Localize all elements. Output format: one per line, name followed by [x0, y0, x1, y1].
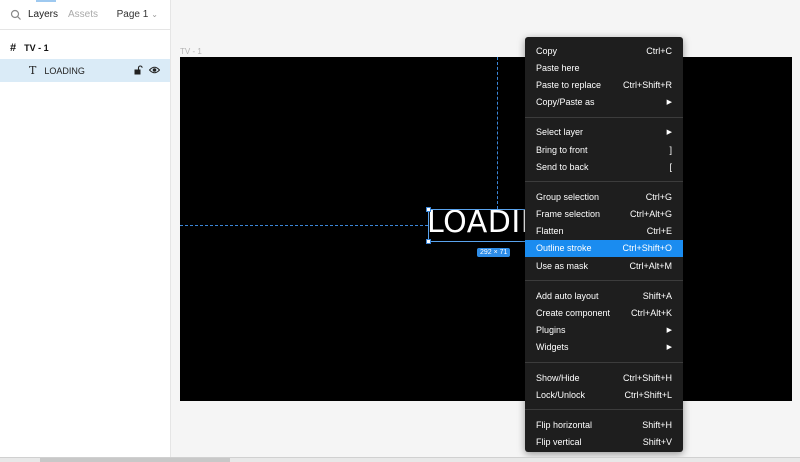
menu-item-label: Select layer	[536, 127, 584, 138]
menu-item-shortcut: Ctrl+Shift+H	[622, 372, 672, 383]
menu-item-label: Bring to front	[536, 144, 588, 155]
menu-item-shortcut: Shift+H	[642, 419, 672, 430]
menu-item-shortcut: [	[669, 161, 672, 172]
layers-panel: Layers Assets Page 1 ⌄ # TV - 1 T LOADIN…	[0, 0, 171, 462]
layer-row-icons	[133, 65, 160, 75]
unlock-icon[interactable]	[133, 65, 143, 75]
menu-item-frame-selection[interactable]: Frame selection Ctrl+Alt+G	[525, 206, 683, 223]
resize-handle-bottom-left[interactable]	[426, 239, 431, 244]
page-select[interactable]: Page 1 ⌄	[117, 9, 158, 20]
menu-item-shortcut: Ctrl+C	[646, 45, 672, 56]
context-menu: Copy Ctrl+C Paste here Paste to replace Ctrl…	[525, 37, 683, 452]
menu-item-shortcut: Ctrl+Alt+G	[629, 209, 672, 220]
tab-assets[interactable]: Assets	[68, 9, 98, 20]
menu-item-send-to-back[interactable]: Send to back [	[525, 158, 683, 175]
menu-item-label: Show/Hide	[536, 372, 580, 383]
menu-item-shortcut: Ctrl+G	[645, 191, 672, 202]
menu-item-use-as-mask[interactable]: Use as mask Ctrl+Alt+M	[525, 257, 683, 274]
menu-item-shortcut: Ctrl+Shift+O	[622, 243, 672, 254]
menu-item-shortcut: Ctrl+E	[646, 226, 672, 237]
menu-item-shortcut: Ctrl+Alt+K	[630, 308, 672, 319]
canvas-frame[interactable]: LOADING 292 × 71	[180, 57, 792, 401]
chevron-down-icon: ⌄	[151, 10, 158, 19]
tab-indicator	[36, 0, 56, 2]
menu-item-copy[interactable]: Copy Ctrl+C	[525, 42, 683, 59]
menu-item-label: Lock/Unlock	[536, 389, 586, 400]
menu-item-outline-stroke[interactable]: Outline stroke Ctrl+Shift+O	[525, 239, 683, 258]
search-icon[interactable]	[10, 9, 22, 21]
submenu-arrow-icon: ▶	[666, 99, 672, 107]
alignment-guide-horizontal	[180, 225, 428, 226]
menu-item-flip-horizontal[interactable]: Flip horizontal Shift+H	[525, 416, 683, 433]
menu-separator	[525, 409, 683, 411]
menu-item-label: Flip vertical	[536, 437, 582, 448]
size-badge: 292 × 71	[477, 248, 511, 257]
layer-row-frame[interactable]: # TV - 1	[0, 36, 170, 59]
resize-handle-top-left[interactable]	[426, 207, 431, 212]
text-icon: T	[29, 64, 37, 77]
menu-item-label: Use as mask	[536, 260, 589, 271]
menu-item-shortcut: Ctrl+Alt+M	[629, 260, 672, 271]
menu-item-label: Group selection	[536, 191, 600, 202]
menu-item-label: Plugins	[536, 325, 566, 336]
menu-item-label: Frame selection	[536, 209, 601, 220]
menu-item-flip-vertical[interactable]: Flip vertical Shift+V	[525, 434, 683, 451]
menu-item-lock-unlock[interactable]: Lock/Unlock Ctrl+Shift+L	[525, 386, 683, 403]
menu-item-flatten[interactable]: Flatten Ctrl+E	[525, 223, 683, 240]
panel-tabs: Layers Assets Page 1 ⌄	[0, 0, 170, 30]
layer-label: TV - 1	[24, 42, 49, 53]
horizontal-scrollbar[interactable]	[0, 457, 800, 462]
menu-item-shortcut: Ctrl+Shift+R	[622, 79, 672, 90]
menu-item-label: Send to back	[536, 161, 589, 172]
page-select-label: Page 1	[116, 9, 149, 20]
menu-item-label: Create component	[536, 308, 611, 319]
submenu-arrow-icon: ▶	[666, 129, 672, 137]
menu-item-group-selection[interactable]: Group selection Ctrl+G	[525, 188, 683, 205]
submenu-arrow-icon: ▶	[666, 327, 672, 335]
layer-label: LOADING	[44, 65, 85, 76]
menu-item-label: Outline stroke	[536, 243, 592, 254]
menu-item-copy-paste-as[interactable]: Copy/Paste as ▶	[525, 94, 683, 111]
menu-separator	[525, 181, 683, 183]
submenu-arrow-icon: ▶	[666, 344, 672, 352]
menu-item-label: Add auto layout	[536, 290, 599, 301]
menu-item-label: Paste to replace	[536, 79, 602, 90]
tab-layers[interactable]: Layers	[28, 9, 58, 20]
menu-item-label: Flatten	[536, 226, 564, 237]
menu-item-paste-here[interactable]: Paste here	[525, 59, 683, 76]
menu-item-bring-to-front[interactable]: Bring to front]	[525, 141, 683, 158]
layer-row-text[interactable]: T LOADING	[0, 59, 170, 82]
menu-item-show-hide[interactable]: Show/Hide Ctrl+Shift+H	[525, 369, 683, 386]
menu-item-widgets[interactable]: Widgets ▶	[525, 339, 683, 356]
menu-item-label: Copy/Paste as	[536, 97, 595, 108]
menu-item-label: Flip horizontal	[536, 419, 593, 430]
menu-item-create-component[interactable]: Create component Ctrl+Alt+K	[525, 304, 683, 321]
menu-item-label: Widgets	[536, 342, 569, 353]
menu-item-shortcut: Ctrl+Shift+L	[624, 389, 672, 400]
menu-item-shortcut: ]	[669, 144, 672, 155]
frame-icon: #	[10, 41, 17, 54]
menu-item-plugins[interactable]: Plugins ▶	[525, 322, 683, 339]
menu-item-shortcut: Shift+V	[642, 437, 672, 448]
menu-item-label: Copy	[536, 45, 558, 56]
menu-separator	[525, 362, 683, 363]
menu-item-shortcut: Shift+A	[642, 290, 672, 301]
frame-label[interactable]: TV - 1	[180, 47, 202, 56]
menu-separator	[525, 116, 683, 118]
scrollbar-thumb[interactable]	[40, 458, 230, 462]
menu-item-label: Paste here	[536, 62, 580, 73]
menu-separator	[525, 280, 683, 282]
menu-item-select-layer[interactable]: Select layer ▶	[525, 124, 683, 141]
menu-item-add-auto-layout[interactable]: Add auto layout Shift+A	[525, 287, 683, 304]
eye-icon[interactable]	[149, 65, 160, 75]
alignment-guide-vertical	[497, 57, 498, 209]
menu-item-paste-to-replace[interactable]: Paste to replace Ctrl+Shift+R	[525, 76, 683, 93]
